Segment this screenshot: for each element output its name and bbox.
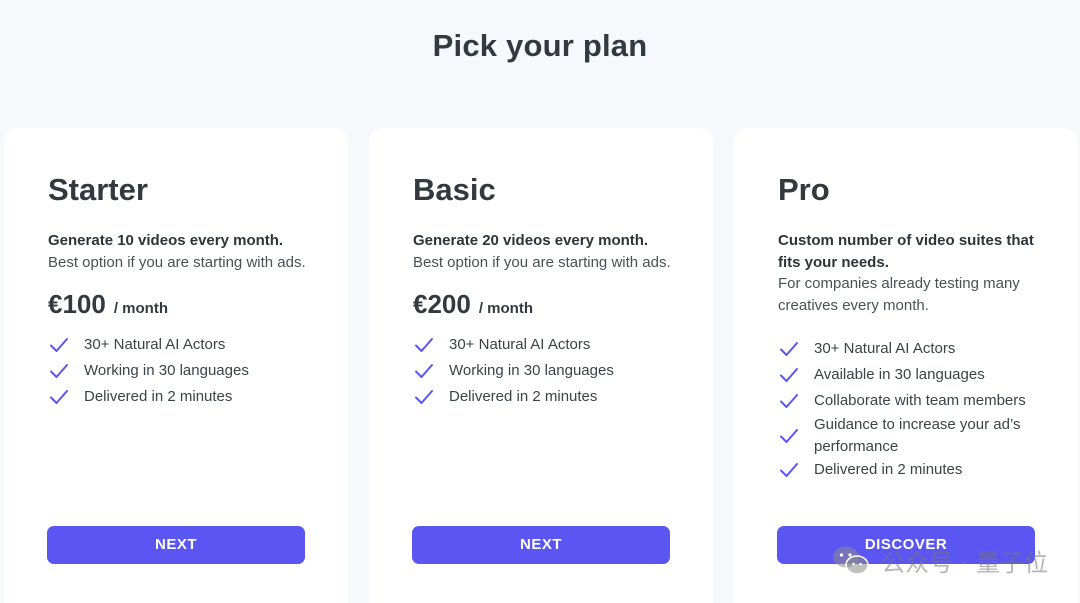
feature-item: Collaborate with team members	[778, 388, 1078, 414]
feature-text: Delivered in 2 minutes	[449, 388, 598, 406]
wechat-icon	[833, 546, 869, 575]
check-icon	[415, 364, 433, 378]
feature-list: 30+ Natural AI Actors Available in 30 la…	[778, 336, 1078, 483]
plan-description: Generate 10 videos every month. Best opt…	[48, 230, 318, 273]
check-icon	[780, 342, 798, 356]
watermark-text: 公众号 · 量子位	[881, 549, 1048, 577]
feature-text: 30+ Natural AI Actors	[84, 336, 226, 354]
plan-name: Basic	[413, 172, 496, 207]
feature-text: Guidance to increase your ad’s performan…	[814, 416, 1021, 455]
feature-item: Delivered in 2 minutes	[48, 384, 348, 410]
feature-text: 30+ Natural AI Actors	[814, 340, 956, 358]
feature-item: 30+ Natural AI Actors	[48, 332, 348, 358]
feature-item: Working in 30 languages	[48, 358, 348, 384]
plan-description-text: For companies already testing many creat…	[778, 275, 1020, 314]
check-icon	[50, 338, 68, 352]
plan-card-starter: Starter Generate 10 videos every month. …	[4, 128, 348, 603]
feature-text: Available in 30 languages	[814, 366, 985, 384]
feature-item: Guidance to increase your ad’s performan…	[778, 414, 1078, 457]
plan-description: Generate 20 videos every month. Best opt…	[413, 230, 683, 273]
pricing-page: Pick your plan Starter Generate 10 video…	[0, 0, 1080, 603]
feature-item: 30+ Natural AI Actors	[778, 336, 1078, 362]
check-icon	[780, 463, 798, 477]
price-row: €100 / month	[48, 289, 348, 320]
check-icon	[415, 338, 433, 352]
page-title: Pick your plan	[432, 28, 648, 63]
plan-period: / month	[478, 300, 533, 317]
feature-list: 30+ Natural AI Actors Working in 30 lang…	[48, 332, 348, 410]
plan-name: Pro	[778, 172, 830, 207]
feature-text: Delivered in 2 minutes	[84, 388, 233, 406]
plan-card-basic: Basic Generate 20 videos every month. Be…	[369, 128, 713, 603]
feature-item: 30+ Natural AI Actors	[413, 332, 713, 358]
plan-name: Starter	[48, 172, 148, 207]
feature-text: 30+ Natural AI Actors	[449, 336, 591, 354]
plan-price: €100	[48, 289, 106, 319]
check-icon	[780, 368, 798, 382]
plan-description: Custom number of video suites that fits …	[778, 230, 1048, 316]
check-icon	[780, 428, 798, 443]
feature-item: Available in 30 languages	[778, 362, 1078, 388]
next-button-starter[interactable]: NEXT	[47, 526, 305, 564]
plan-price: €200	[413, 289, 471, 319]
feature-item: Delivered in 2 minutes	[413, 384, 713, 410]
check-icon	[50, 364, 68, 378]
feature-list: 30+ Natural AI Actors Working in 30 lang…	[413, 332, 713, 410]
plan-description-headline: Custom number of video suites that fits …	[778, 232, 1034, 271]
plan-card-pro: Pro Custom number of video suites that f…	[734, 128, 1078, 603]
plan-description-text: Best option if you are starting with ads…	[48, 253, 306, 271]
plan-description-text: Best option if you are starting with ads…	[413, 253, 671, 271]
next-button-basic[interactable]: NEXT	[412, 526, 670, 564]
feature-item: Working in 30 languages	[413, 358, 713, 384]
feature-item: Delivered in 2 minutes	[778, 457, 1078, 483]
plan-description-headline: Generate 10 videos every month.	[48, 232, 284, 249]
check-icon	[50, 390, 68, 404]
plan-period: / month	[113, 300, 168, 317]
feature-text: Working in 30 languages	[449, 362, 614, 380]
check-icon	[780, 394, 798, 408]
feature-text: Collaborate with team members	[814, 392, 1026, 410]
watermark: 公众号 · 量子位	[831, 543, 1048, 578]
plan-description-headline: Generate 20 videos every month.	[413, 232, 649, 249]
price-row: €200 / month	[413, 289, 713, 320]
check-icon	[415, 390, 433, 404]
feature-text: Working in 30 languages	[84, 362, 249, 380]
feature-text: Delivered in 2 minutes	[814, 461, 963, 479]
